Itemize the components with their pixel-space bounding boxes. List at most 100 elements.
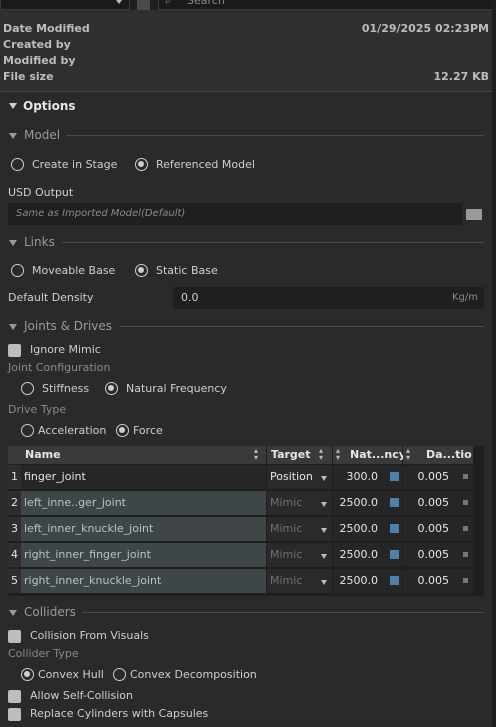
joints-header[interactable]: Joints & Drives xyxy=(24,319,112,333)
natural-frequency-field[interactable]: 2500.0 xyxy=(333,543,402,567)
value-indicator xyxy=(463,526,468,531)
moveable-base-label: Moveable Base xyxy=(32,264,116,277)
moveable-base-radio[interactable] xyxy=(11,264,24,277)
value-indicator xyxy=(463,552,468,557)
table-row-name[interactable]: left_inner_knuckle_joint xyxy=(21,517,266,541)
replace-cylinders-checkbox[interactable] xyxy=(8,708,21,721)
created-by-label: Created by xyxy=(3,38,71,51)
static-base-radio[interactable] xyxy=(135,264,148,277)
value-indicator xyxy=(390,498,399,507)
value-indicator xyxy=(390,550,399,559)
natural-frequency-radio[interactable] xyxy=(105,382,118,395)
collapse-options-icon[interactable] xyxy=(9,103,17,109)
referenced-model-label: Referenced Model xyxy=(156,158,255,171)
usd-output-placeholder: Same as Imported Model(Default) xyxy=(16,208,186,219)
ignore-mimic-checkbox[interactable] xyxy=(8,344,21,357)
static-base-label: Static Base xyxy=(156,264,218,277)
acceleration-label: Acceleration xyxy=(38,424,107,437)
collapse-links-icon[interactable] xyxy=(9,240,17,246)
modified-by-label: Modified by xyxy=(3,54,76,67)
search-placeholder: Search xyxy=(187,0,225,7)
default-density-label: Default Density xyxy=(8,291,94,304)
search-icon: ⌕ xyxy=(165,0,172,7)
value-indicator xyxy=(463,474,468,479)
date-modified-value: 01/29/2025 02:23PM xyxy=(361,22,489,35)
target-select[interactable]: Mimic xyxy=(267,543,332,567)
file-size-value: 12.27 KB xyxy=(433,70,489,83)
collision-from-visuals-checkbox[interactable] xyxy=(8,630,21,643)
scrollbar[interactable] xyxy=(492,0,496,727)
default-density-field[interactable]: 0.0 Kg/m xyxy=(173,287,484,309)
natural-frequency-field[interactable]: 2500.0 xyxy=(333,517,402,541)
collapse-colliders-icon[interactable] xyxy=(9,610,17,616)
target-select[interactable]: Mimic xyxy=(267,569,332,593)
usd-output-field[interactable]: Same as Imported Model(Default) xyxy=(8,203,462,225)
date-modified-label: Date Modified xyxy=(3,22,90,35)
value-indicator xyxy=(390,576,399,585)
natural-frequency-field[interactable]: 300.0 xyxy=(333,465,402,489)
row-index: 2 xyxy=(8,491,21,515)
damping-ratio-field[interactable]: 0.005 xyxy=(403,569,473,593)
table-row-name[interactable]: right_inner_finger_joint xyxy=(21,543,266,567)
table-row-name[interactable]: left_inne..ger_joint xyxy=(21,491,266,515)
options-header[interactable]: Options xyxy=(23,99,76,113)
joints-table: Name ▴ ▾ Target ▴ ▾ ▴ ▾ Nat...ncy ▴ ▾ Da...tio 1… xyxy=(8,446,484,596)
replace-cylinders-label: Replace Cylinders with Capsules xyxy=(30,707,209,720)
damping-ratio-field[interactable]: 0.005 xyxy=(403,491,473,515)
table-header-natural-frequency[interactable]: ▴ ▾ Nat...ncy xyxy=(333,446,406,464)
stiffness-label: Stiffness xyxy=(42,382,90,395)
sort-icon: ▴ ▾ xyxy=(406,446,411,462)
chevron-down-icon xyxy=(321,554,327,559)
divider xyxy=(82,612,484,613)
value-indicator xyxy=(390,524,399,533)
path-dropdown[interactable] xyxy=(0,0,130,10)
collision-from-visuals-label: Collision From Visuals xyxy=(30,629,149,642)
table-header-name[interactable]: Name ▴ ▾ xyxy=(21,446,266,464)
table-row-name[interactable]: finger_joint xyxy=(21,465,266,489)
damping-ratio-field[interactable]: 0.005 xyxy=(403,543,473,567)
convex-hull-label: Convex Hull xyxy=(38,668,104,681)
value-indicator xyxy=(463,578,468,583)
table-header-damping-ratio[interactable]: ▴ ▾ Da...tio xyxy=(403,446,473,464)
chevron-down-icon xyxy=(321,580,327,585)
chevron-down-icon xyxy=(116,0,122,4)
damping-ratio-field[interactable]: 0.005 xyxy=(403,517,473,541)
sort-icon: ▴ ▾ xyxy=(254,446,259,462)
default-density-value: 0.0 xyxy=(181,291,199,304)
force-radio[interactable] xyxy=(116,424,129,437)
target-select[interactable]: Mimic xyxy=(267,491,332,515)
search-input[interactable]: ⌕ Search xyxy=(158,0,496,10)
referenced-model-radio[interactable] xyxy=(135,158,148,171)
stiffness-radio[interactable] xyxy=(21,382,34,395)
table-row-name[interactable]: right_inner_knuckle_joint xyxy=(21,569,266,593)
natural-frequency-field[interactable]: 2500.0 xyxy=(333,491,402,515)
sort-icon: ▴ ▾ xyxy=(336,446,341,462)
links-header[interactable]: Links xyxy=(24,235,55,249)
table-header-target[interactable]: Target ▴ ▾ xyxy=(267,446,332,464)
density-unit: Kg/m xyxy=(451,292,478,303)
allow-self-collision-checkbox[interactable] xyxy=(8,690,21,703)
convex-hull-radio[interactable] xyxy=(21,668,34,681)
folder-icon[interactable] xyxy=(466,209,482,220)
collapse-model-icon[interactable] xyxy=(9,133,17,139)
sort-icon: ▴ ▾ xyxy=(319,446,324,462)
ignore-mimic-label: Ignore Mimic xyxy=(30,343,101,356)
row-index: 4 xyxy=(8,543,21,567)
acceleration-radio[interactable] xyxy=(21,424,34,437)
bookmark-icon[interactable] xyxy=(137,0,150,10)
colliders-header[interactable]: Colliders xyxy=(24,605,76,619)
target-select[interactable]: Position xyxy=(267,465,332,489)
divider xyxy=(62,242,484,243)
row-index: 3 xyxy=(8,517,21,541)
chevron-down-icon xyxy=(321,528,327,533)
drive-type-label: Drive Type xyxy=(8,403,67,416)
damping-ratio-field[interactable]: 0.005 xyxy=(403,465,473,489)
model-header[interactable]: Model xyxy=(24,128,60,142)
collapse-joints-icon[interactable] xyxy=(9,324,17,330)
natural-frequency-field[interactable]: 2500.0 xyxy=(333,569,402,593)
natural-frequency-label: Natural Frequency xyxy=(126,382,227,395)
table-header-index xyxy=(8,446,21,464)
create-in-stage-radio[interactable] xyxy=(11,158,24,171)
target-select[interactable]: Mimic xyxy=(267,517,332,541)
convex-decomposition-radio[interactable] xyxy=(113,668,126,681)
